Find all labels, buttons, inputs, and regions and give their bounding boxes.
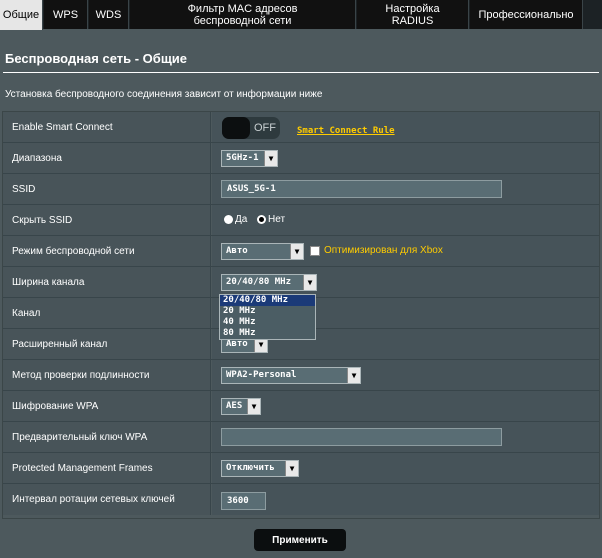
ext-channel-label: Расширенный канал: [3, 329, 211, 359]
tab-wds[interactable]: WDS: [89, 0, 129, 29]
channel-width-option[interactable]: 20/40/80 MHz: [220, 295, 315, 306]
page-title: Беспроводная сеть - Общие: [5, 51, 188, 66]
toggle-knob: [222, 117, 250, 139]
wpa-encryption-select[interactable]: AES ▼: [221, 398, 261, 415]
channel-label: Канал: [3, 298, 211, 328]
chevron-down-icon: ▼: [264, 151, 277, 166]
wpa-key-input[interactable]: [221, 428, 502, 446]
band-select[interactable]: 5GHz-1 ▼: [221, 150, 278, 167]
channel-width-option[interactable]: 40 MHz: [220, 317, 315, 328]
key-rotation-input[interactable]: 3600: [221, 492, 266, 510]
row-wpa-encryption: Шифрование WPA AES ▼: [3, 391, 599, 422]
row-wpa-key: Предварительный ключ WPA: [3, 422, 599, 453]
tab-mac-filter[interactable]: Фильтр MAC адресов беспроводной сети: [130, 0, 356, 29]
channel-width-dropdown-list: 20/40/80 MHz 20 MHz 40 MHz 80 MHz: [219, 294, 316, 340]
row-wireless-mode: Режим беспроводной сети Авто ▼ Оптимизир…: [3, 236, 599, 267]
channel-width-option[interactable]: 20 MHz: [220, 306, 315, 317]
chevron-down-icon: ▼: [303, 275, 316, 290]
tab-wps[interactable]: WPS: [44, 0, 88, 29]
xbox-optimize-checkbox[interactable]: Оптимизирован для Xbox: [310, 245, 443, 256]
smart-connect-label: Enable Smart Connect: [3, 112, 211, 142]
hide-ssid-label: Скрыть SSID: [3, 205, 211, 235]
chevron-down-icon: ▼: [347, 368, 360, 383]
apply-button[interactable]: Применить: [254, 529, 346, 551]
auth-method-select[interactable]: WPA2-Personal ▼: [221, 367, 361, 384]
tab-professional[interactable]: Профессионально: [470, 0, 583, 29]
hide-ssid-no-radio[interactable]: Нет: [257, 214, 285, 225]
ssid-input[interactable]: ASUS_5G-1: [221, 180, 502, 198]
channel-width-select[interactable]: 20/40/80 MHz ▼: [221, 274, 317, 291]
checkbox-icon: [310, 245, 320, 256]
radio-off-icon: [224, 215, 233, 224]
row-band: Диапазона 5GHz-1 ▼: [3, 143, 599, 174]
chevron-down-icon: ▼: [247, 399, 260, 414]
smart-connect-rule-link[interactable]: Smart Connect Rule: [297, 126, 395, 136]
chevron-down-icon: ▼: [285, 461, 298, 476]
wireless-mode-label: Режим беспроводной сети: [3, 236, 211, 266]
row-smart-connect: Enable Smart Connect OFF Smart Connect R…: [3, 112, 599, 143]
page-description: Установка беспроводного соединения завис…: [5, 89, 323, 100]
wpa-encryption-label: Шифрование WPA: [3, 391, 211, 421]
channel-width-option[interactable]: 80 MHz: [220, 328, 315, 339]
smart-connect-toggle[interactable]: OFF: [222, 117, 280, 139]
tab-bar: Общие WPS WDS Фильтр MAC адресов беспров…: [0, 0, 602, 30]
band-label: Диапазона: [3, 143, 211, 173]
hide-ssid-yes-radio[interactable]: Да: [224, 214, 247, 225]
toggle-state-text: OFF: [254, 122, 276, 134]
auth-method-label: Метод проверки подлинности: [3, 360, 211, 390]
channel-width-label: Ширина канала: [3, 267, 211, 297]
row-ssid: SSID ASUS_5G-1: [3, 174, 599, 205]
ssid-label: SSID: [3, 174, 211, 204]
row-auth-method: Метод проверки подлинности WPA2-Personal…: [3, 360, 599, 391]
tab-radius[interactable]: Настройка RADIUS: [357, 0, 469, 29]
title-divider: [3, 72, 599, 73]
key-rotation-label: Интервал ротации сетевых ключей: [3, 484, 211, 515]
wireless-mode-select[interactable]: Авто ▼: [221, 243, 304, 260]
row-pmf: Protected Management Frames Отключить ▼: [3, 453, 599, 484]
pmf-select[interactable]: Отключить ▼: [221, 460, 299, 477]
chevron-down-icon: ▼: [290, 244, 303, 259]
row-hide-ssid: Скрыть SSID Да Нет: [3, 205, 599, 236]
tab-general[interactable]: Общие: [0, 0, 43, 30]
pmf-label: Protected Management Frames: [3, 453, 211, 483]
row-key-rotation: Интервал ротации сетевых ключей 3600: [3, 484, 599, 515]
wpa-key-label: Предварительный ключ WPA: [3, 422, 211, 452]
band-value: 5GHz-1: [226, 153, 259, 163]
radio-on-icon: [257, 215, 266, 224]
